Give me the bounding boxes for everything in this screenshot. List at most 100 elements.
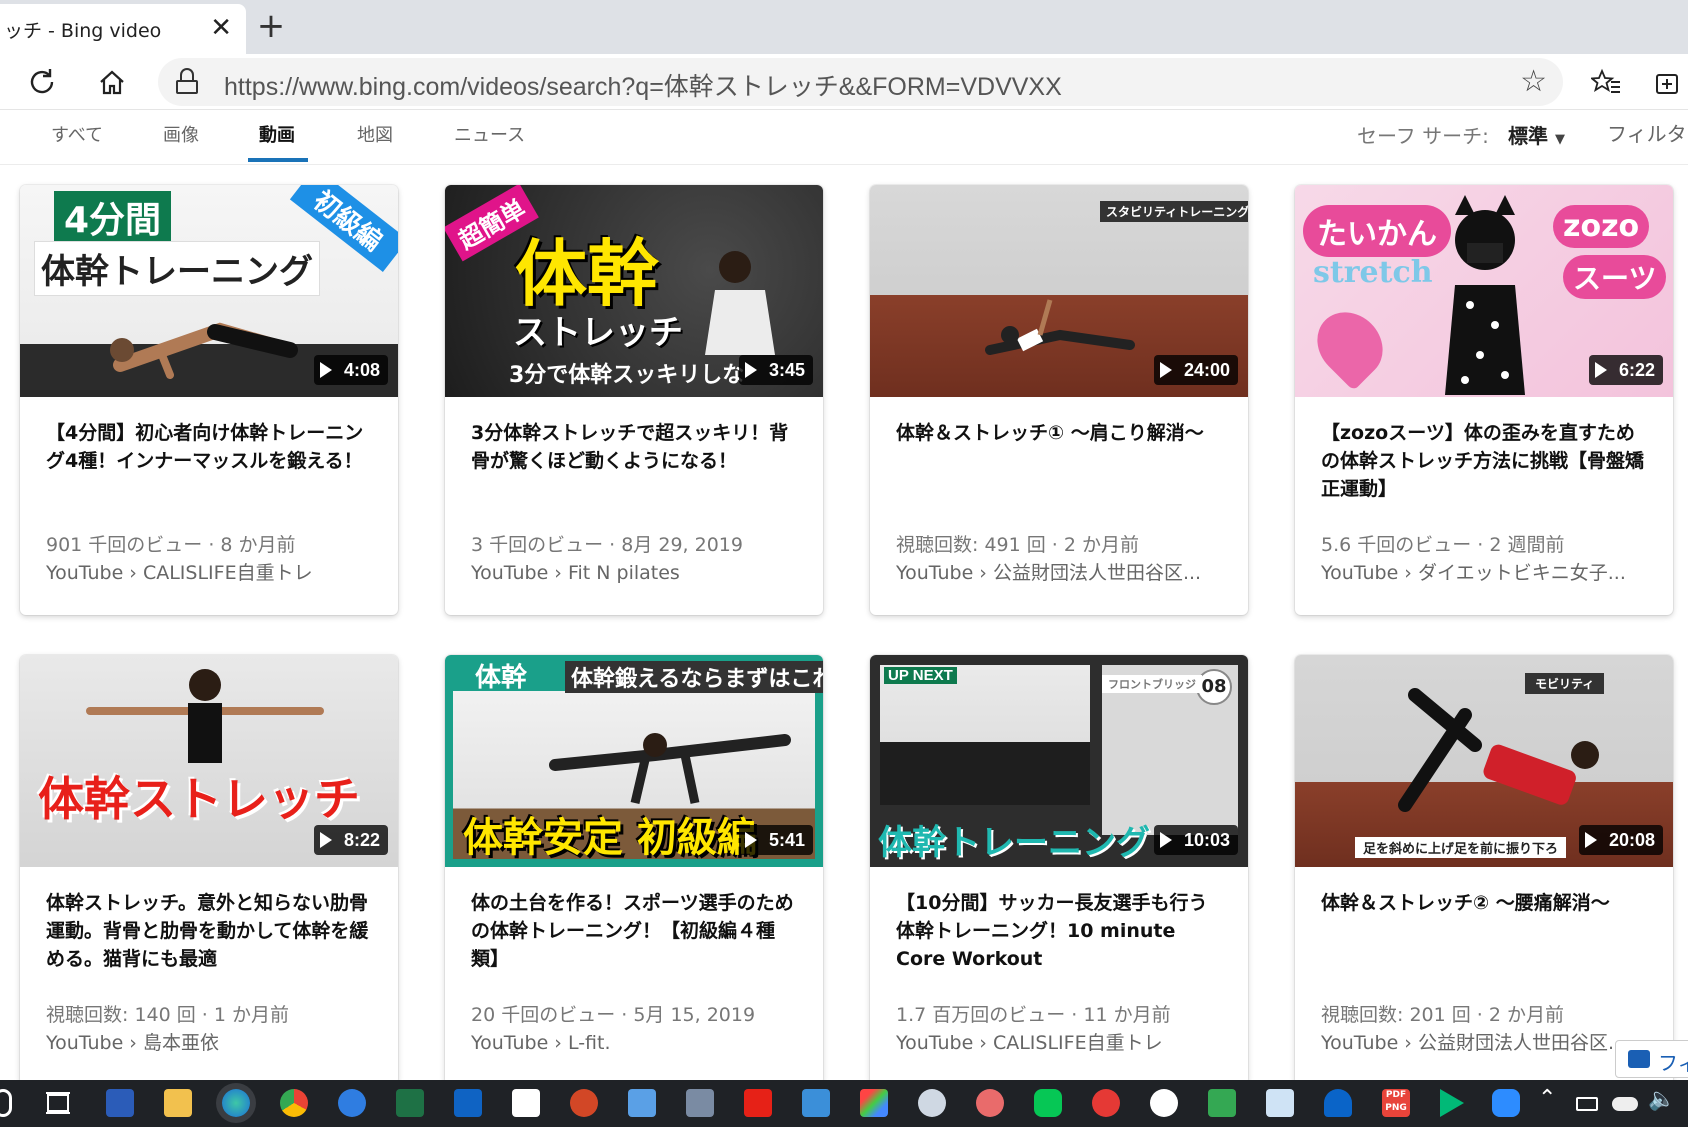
- battery-icon[interactable]: [1576, 1097, 1598, 1111]
- video-thumbnail[interactable]: 超簡単 体幹 ストレッチ 3分で体幹スッキリしな 3:45: [445, 185, 823, 397]
- cloud-icon[interactable]: [1612, 1097, 1638, 1111]
- duration-text: 10:03: [1183, 829, 1230, 850]
- collections-icon[interactable]: [1650, 64, 1686, 100]
- video-card[interactable]: 4分間 体幹トレーニング 初級編 4:08 【4分間】初心者向け体幹トレーニング…: [20, 185, 398, 615]
- video-title[interactable]: 【zozoスーツ】体の歪みを直すための体幹ストレッチ方法に挑戦【骨盤矯正運動】: [1321, 419, 1651, 503]
- duration-badge: 20:08: [1578, 825, 1663, 855]
- video-title[interactable]: 体幹＆ストレッチ② 〜腰痛解消〜: [1321, 889, 1651, 917]
- edge-icon[interactable]: [222, 1089, 250, 1117]
- line-icon[interactable]: [1034, 1089, 1062, 1117]
- excel-icon[interactable]: [396, 1089, 424, 1117]
- browser-tab[interactable]: ッチ - Bing video ✕: [0, 4, 246, 54]
- thumb-caption: 体幹ストレッチ: [38, 772, 360, 826]
- video-title[interactable]: 【10分間】サッカー長友選手も行う体幹トレーニング！10 minute Core…: [896, 889, 1226, 973]
- person-figure: [1445, 195, 1525, 395]
- video-card[interactable]: スタビリティトレーニング 24:00 体幹＆ストレッチ① 〜肩こり解消〜 視聴回…: [870, 185, 1248, 615]
- maps-icon[interactable]: [1208, 1089, 1236, 1117]
- video-source[interactable]: YouTube › CALISLIFE自重トレ: [896, 1029, 1230, 1057]
- favorite-star-icon[interactable]: ☆: [1520, 64, 1547, 99]
- video-thumbnail[interactable]: 4分間 体幹トレーニング 初級編 4:08: [20, 185, 398, 397]
- video-card[interactable]: 体幹ストレッチ 8:22 体幹ストレッチ。意外と知らない肋骨運動。背骨と肋骨を動…: [20, 655, 398, 1085]
- feedback-button[interactable]: フィ: [1615, 1040, 1688, 1078]
- video-source[interactable]: YouTube › ダイエットビキニ女子...: [1321, 559, 1655, 587]
- video-source[interactable]: YouTube › 公益財団法人世田谷区...: [1321, 1029, 1655, 1057]
- nav-maps[interactable]: 地図: [357, 121, 393, 147]
- outlook-icon[interactable]: [454, 1089, 482, 1117]
- duration-text: 4:08: [343, 359, 380, 380]
- browser-toolbar: https://www.bing.com/videos/search?q=体幹ス…: [0, 54, 1688, 110]
- nav-all[interactable]: すべて: [51, 121, 103, 147]
- home-icon[interactable]: [94, 64, 130, 100]
- onedrive-icon[interactable]: [1324, 1089, 1352, 1117]
- video-source[interactable]: YouTube › Fit N pilates: [471, 559, 805, 587]
- video-title[interactable]: 体幹ストレッチ。意外と知らない肋骨運動。背骨と肋骨を動かして体幹を緩める。猫背に…: [46, 889, 376, 973]
- thumb-caption: スタビリティトレーニング: [1100, 201, 1248, 222]
- chevron-up-icon[interactable]: ⌃: [1538, 1086, 1556, 1111]
- video-source[interactable]: YouTube › CALISLIFE自重トレ: [46, 559, 380, 587]
- chrome-icon[interactable]: [280, 1089, 308, 1117]
- windows-icon[interactable]: [0, 1089, 12, 1117]
- news-icon[interactable]: [628, 1089, 656, 1117]
- video-title[interactable]: 3分体幹ストレッチで超スッキリ！背骨が驚くほど動くようになる！: [471, 419, 801, 475]
- nav-videos[interactable]: 動画: [259, 121, 295, 147]
- windows-taskbar: PDF PNG ⌃ 🔈: [0, 1080, 1688, 1127]
- people-icon[interactable]: [338, 1089, 366, 1117]
- thumb-caption: たいかん: [1303, 205, 1451, 257]
- mail-icon[interactable]: [1266, 1089, 1294, 1117]
- play-store-icon[interactable]: [1440, 1089, 1464, 1117]
- new-tab-button[interactable]: +: [256, 6, 286, 46]
- task-view-icon[interactable]: [44, 1089, 72, 1117]
- video-thumbnail[interactable]: モビリティ 足を斜めに上げ足を前に振り下ろ 20:08: [1295, 655, 1673, 867]
- snip-icon[interactable]: [976, 1089, 1004, 1117]
- tab-close-icon[interactable]: ✕: [210, 13, 232, 43]
- video-title[interactable]: 【4分間】初心者向け体幹トレーニング4種！インナーマッスルを鍛える！: [46, 419, 376, 475]
- play-icon: [319, 832, 332, 848]
- volume-icon[interactable]: 🔈: [1648, 1087, 1675, 1112]
- pdf-png-icon[interactable]: PDF PNG: [1382, 1089, 1410, 1117]
- paint3d-icon[interactable]: [918, 1089, 946, 1117]
- play-icon: [1159, 362, 1172, 378]
- video-card[interactable]: たいかん stretch zozo スーツ 6:22 【zozoスーツ】体の歪み…: [1295, 185, 1673, 615]
- zoom-icon[interactable]: [1492, 1089, 1520, 1117]
- filter-button[interactable]: フィルタ: [1607, 118, 1687, 147]
- photos-icon[interactable]: [802, 1089, 830, 1117]
- thumb-caption: stretch: [1313, 255, 1433, 290]
- computer-icon[interactable]: [686, 1089, 714, 1117]
- paint-icon[interactable]: [860, 1089, 888, 1117]
- video-title[interactable]: 体の土台を作る！スポーツ選手のための体幹トレーニング！【初級編４種類】: [471, 889, 801, 973]
- chevron-down-icon: ▼: [1554, 132, 1565, 147]
- safe-search-dropdown[interactable]: 標準 ▼: [1508, 120, 1565, 149]
- lock-icon: [176, 68, 198, 94]
- video-thumbnail[interactable]: 体幹 体幹鍛えるならまずはこれ 体幹安定 初級編 5:41: [445, 655, 823, 867]
- address-bar[interactable]: https://www.bing.com/videos/search?q=体幹ス…: [158, 58, 1563, 106]
- file-explorer-icon[interactable]: [164, 1089, 192, 1117]
- video-card[interactable]: モビリティ 足を斜めに上げ足を前に振り下ろ 20:08 体幹＆ストレッチ② 〜腰…: [1295, 655, 1673, 1085]
- amazon-icon[interactable]: [512, 1089, 540, 1117]
- video-thumbnail[interactable]: たいかん stretch zozo スーツ 6:22: [1295, 185, 1673, 397]
- powerpoint-icon[interactable]: [570, 1089, 598, 1117]
- athlete-figure: [110, 322, 298, 379]
- word-icon[interactable]: [106, 1089, 134, 1117]
- video-card[interactable]: 超簡単 体幹 ストレッチ 3分で体幹スッキリしな 3:45 3分体幹ストレッチで…: [445, 185, 823, 615]
- refresh-icon[interactable]: [24, 64, 60, 100]
- video-card[interactable]: UP NEXT 08 フロントブリッジ 体幹トレーニング 10:03 【10分間…: [870, 655, 1248, 1085]
- video-stats: 3 千回のビュー · 8月 29, 2019: [471, 534, 743, 556]
- video-source[interactable]: YouTube › 公益財団法人世田谷区...: [896, 559, 1230, 587]
- app-icon[interactable]: [1092, 1089, 1120, 1117]
- video-thumbnail[interactable]: UP NEXT 08 フロントブリッジ 体幹トレーニング 10:03: [870, 655, 1248, 867]
- nav-images[interactable]: 画像: [163, 121, 199, 147]
- video-thumbnail[interactable]: スタビリティトレーニング 24:00: [870, 185, 1248, 397]
- video-source[interactable]: YouTube › L-fit.: [471, 1029, 805, 1057]
- video-title[interactable]: 体幹＆ストレッチ① 〜肩こり解消〜: [896, 419, 1226, 447]
- video-thumbnail[interactable]: 体幹ストレッチ 8:22: [20, 655, 398, 867]
- duration-badge: 5:41: [738, 825, 813, 855]
- video-source[interactable]: YouTube › 島本亜依: [46, 1029, 380, 1057]
- tab-title: ッチ - Bing video: [4, 19, 162, 42]
- favorites-icon[interactable]: [1588, 64, 1624, 100]
- youtube-icon[interactable]: [744, 1089, 772, 1117]
- nav-news[interactable]: ニュース: [454, 121, 525, 147]
- duration-text: 20:08: [1608, 829, 1655, 850]
- google-icon[interactable]: [1150, 1089, 1178, 1117]
- athlete-figure: [549, 733, 791, 805]
- video-card[interactable]: 体幹 体幹鍛えるならまずはこれ 体幹安定 初級編 5:41 体の土台を作る！スポ…: [445, 655, 823, 1085]
